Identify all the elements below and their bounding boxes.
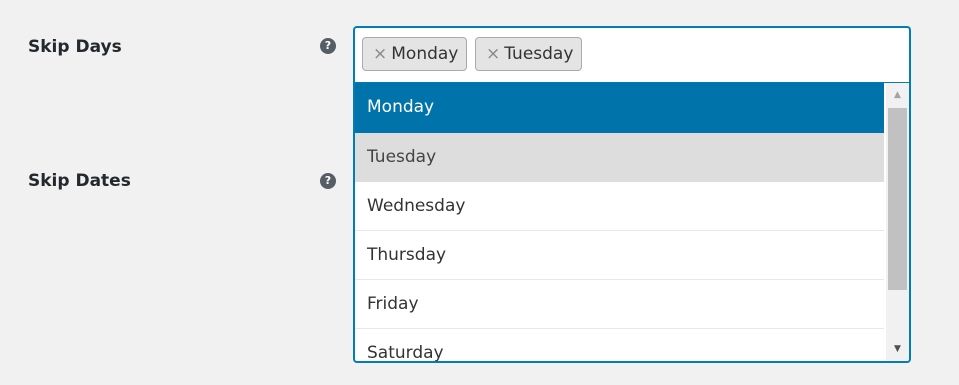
skip-dates-label: Skip Dates: [28, 171, 131, 191]
chip-label: Monday: [391, 44, 459, 64]
option-wednesday[interactable]: Wednesday: [355, 182, 884, 231]
scroll-up-arrow-icon[interactable]: ▲: [886, 85, 909, 105]
selected-chip-monday: × Monday: [362, 37, 468, 71]
question-circle-icon[interactable]: ?: [320, 173, 336, 189]
scroll-down-arrow-icon[interactable]: ▼: [886, 339, 909, 359]
option-monday[interactable]: Monday: [355, 83, 884, 133]
skip-days-multiselect[interactable]: × Monday × Tuesday: [353, 26, 911, 84]
option-friday[interactable]: Friday: [355, 280, 884, 329]
selected-chip-tuesday: × Tuesday: [475, 37, 583, 71]
remove-chip-icon[interactable]: ×: [486, 44, 500, 64]
skip-days-dropdown: Monday Tuesday Wednesday Thursday Friday…: [353, 82, 911, 363]
question-circle-icon[interactable]: ?: [320, 38, 336, 54]
option-thursday[interactable]: Thursday: [355, 231, 884, 280]
dropdown-scrollbar[interactable]: ▲ ▼: [886, 83, 909, 361]
option-tuesday[interactable]: Tuesday: [355, 133, 884, 182]
option-saturday[interactable]: Saturday: [355, 329, 884, 361]
scroll-thumb[interactable]: [888, 108, 907, 290]
skip-days-label: Skip Days: [28, 37, 122, 57]
chip-label: Tuesday: [504, 44, 574, 64]
options-list: Monday Tuesday Wednesday Thursday Friday…: [355, 83, 884, 361]
remove-chip-icon[interactable]: ×: [373, 44, 387, 64]
